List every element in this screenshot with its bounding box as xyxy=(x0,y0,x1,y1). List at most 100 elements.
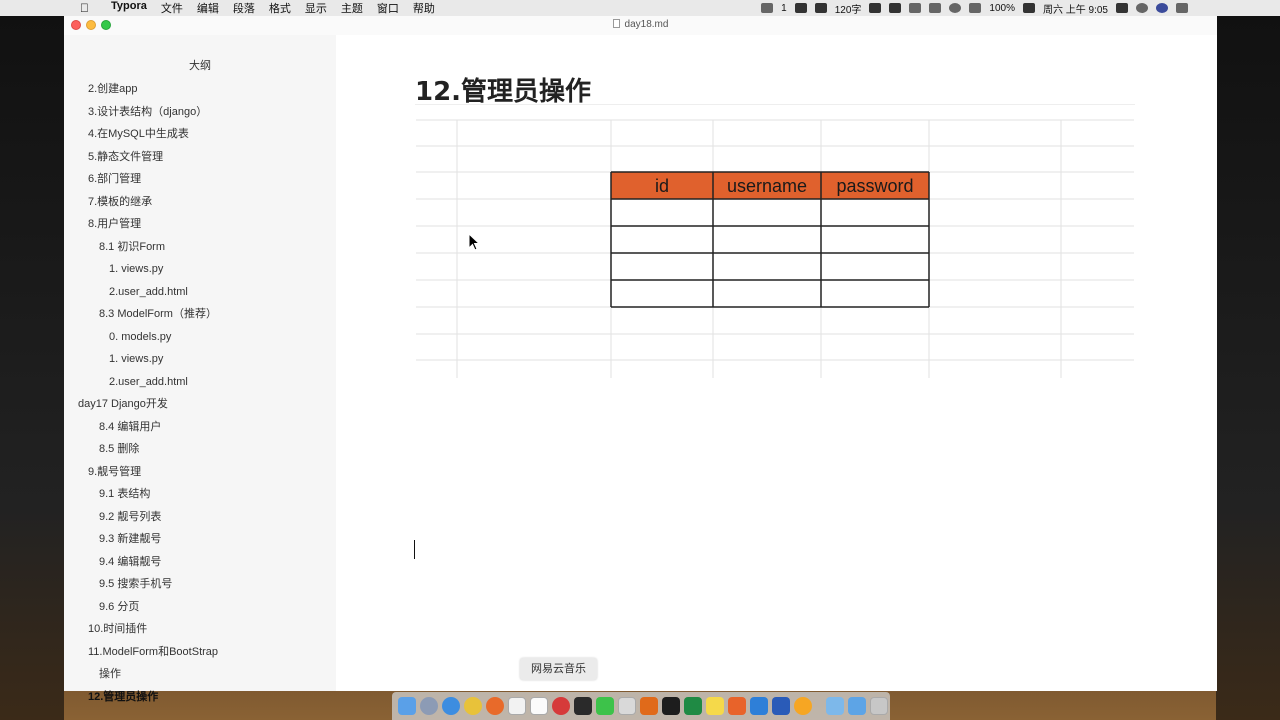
outline-item[interactable]: day17 Django开发 xyxy=(78,397,168,411)
wechat-count: 1 xyxy=(781,2,787,14)
outline-item[interactable]: 操作 xyxy=(99,667,121,681)
menu-item-0[interactable]: 文件 xyxy=(154,0,190,16)
sublime-icon[interactable] xyxy=(640,697,658,715)
outline-sidebar: 大纲 2.创建app 3.设计表结构（django） 4.在MySQL中生成表 5.静… xyxy=(64,35,336,703)
outline-item[interactable]: 5.静态文件管理 xyxy=(88,150,163,164)
terminal-icon[interactable] xyxy=(662,697,680,715)
app-notification[interactable]: 网易云音乐 xyxy=(520,658,597,680)
qq-icon[interactable] xyxy=(794,697,812,715)
outline-item[interactable]: 7.模板的继承 xyxy=(88,195,152,209)
folder-icon[interactable] xyxy=(826,697,844,715)
menu-item-4[interactable]: 显示 xyxy=(298,0,334,16)
document-title: day18.md xyxy=(64,19,1217,30)
notification-center-icon[interactable] xyxy=(1176,3,1188,13)
editor-area[interactable]: 12.管理员操作 id username password xyxy=(336,35,1217,691)
outline-item[interactable]: 8.5 删除 xyxy=(99,442,139,456)
safari-icon[interactable] xyxy=(442,697,460,715)
clock[interactable]: 周六 上午 9:05 xyxy=(1043,1,1108,16)
outline-item[interactable]: 8.1 初识Form xyxy=(99,240,165,254)
table-header-cell: password xyxy=(836,176,913,196)
word-icon[interactable] xyxy=(772,697,790,715)
menu-item-1[interactable]: 编辑 xyxy=(190,0,226,16)
outline-item[interactable]: 9.5 搜索手机号 xyxy=(99,577,172,591)
menu-items: Typora 文件 编辑 段落 格式 显示 主题 窗口 帮助 xyxy=(104,0,442,16)
outline-title: 大纲 xyxy=(189,60,211,72)
navicat-icon[interactable] xyxy=(728,697,746,715)
status-app-icon-2[interactable] xyxy=(814,3,827,13)
wechat-icon[interactable] xyxy=(596,697,614,715)
apple-menu-icon[interactable]:  xyxy=(80,1,92,15)
calendar-icon[interactable] xyxy=(530,697,548,715)
text-caret xyxy=(414,540,415,559)
outline-item[interactable]: 2.user_add.html xyxy=(109,375,188,389)
chrome-icon[interactable] xyxy=(464,697,482,715)
status-app-icon-6[interactable] xyxy=(929,3,942,13)
dock xyxy=(392,692,890,720)
outline-item[interactable]: 8.3 ModelForm（推荐） xyxy=(99,307,217,321)
word-count[interactable]: 120字 xyxy=(835,1,862,16)
menu-item-5[interactable]: 主题 xyxy=(334,0,370,16)
pycharm-icon[interactable] xyxy=(574,697,592,715)
desktop-right-edge xyxy=(1216,16,1280,720)
outline-item[interactable]: 9.3 新建靓号 xyxy=(99,532,161,546)
status-area: 1 120字 100% 周六 上午 9:05 xyxy=(761,0,1188,16)
wechat-status-icon[interactable] xyxy=(761,3,774,13)
outline-item[interactable]: 1. views.py xyxy=(109,352,163,366)
wifi-icon[interactable] xyxy=(949,3,962,13)
outline-item[interactable]: 12.管理员操作 xyxy=(88,690,158,704)
spreadsheet-image: id username password xyxy=(416,119,1134,378)
outline-item[interactable]: 6.部门管理 xyxy=(88,172,141,186)
status-app-icon-3[interactable] xyxy=(869,3,882,13)
xcode-icon[interactable] xyxy=(750,697,768,715)
outline-item[interactable]: 4.在MySQL中生成表 xyxy=(88,127,189,141)
spotlight-search-icon[interactable] xyxy=(1136,3,1148,13)
menu-item-3[interactable]: 格式 xyxy=(262,0,298,16)
status-app-icon-4[interactable] xyxy=(889,3,902,13)
outline-item[interactable]: 10.时间插件 xyxy=(88,622,147,636)
outline-item[interactable]: 9.2 靓号列表 xyxy=(99,510,161,524)
notes-icon[interactable] xyxy=(706,697,724,715)
menu-item-7[interactable]: 帮助 xyxy=(406,0,442,16)
status-app-icon[interactable] xyxy=(794,3,807,13)
mouse-pointer-icon xyxy=(468,232,481,256)
excel-icon[interactable] xyxy=(684,697,702,715)
desktop-left-edge xyxy=(0,16,64,720)
volume-icon[interactable] xyxy=(969,3,982,13)
table-header-cell: id xyxy=(655,176,669,196)
battery-icon[interactable] xyxy=(1022,3,1035,13)
netease-music-icon[interactable] xyxy=(552,697,570,715)
preview-icon[interactable] xyxy=(618,697,636,715)
document-icon xyxy=(612,19,620,28)
downloads-icon[interactable] xyxy=(848,697,866,715)
launchpad-icon[interactable] xyxy=(420,697,438,715)
outline-item[interactable]: 11.ModelForm和BootStrap xyxy=(88,645,218,659)
typora-icon[interactable] xyxy=(508,697,526,715)
outline-item[interactable]: 9.靓号管理 xyxy=(88,465,141,479)
grid-lines xyxy=(416,119,1134,378)
outline-item[interactable]: 9.4 编辑靓号 xyxy=(99,555,161,569)
battery-percent[interactable]: 100% xyxy=(989,3,1015,14)
outline-item[interactable]: 3.设计表结构（django） xyxy=(88,105,207,119)
title-bar[interactable]: day18.md xyxy=(64,16,1217,35)
outline-item[interactable]: 8.4 编辑用户 xyxy=(99,420,161,434)
status-app-icon-7[interactable] xyxy=(1116,3,1128,13)
outline-item[interactable]: 1. views.py xyxy=(109,262,163,276)
outline-item[interactable]: 9.6 分页 xyxy=(99,600,139,614)
outline-item[interactable]: 0. models.py xyxy=(109,330,171,344)
table-header-cell: username xyxy=(727,176,807,196)
typora-window: day18.md 大纲 2.创建app 3.设计表结构（django） 4.在MyS… xyxy=(64,16,1217,703)
siri-icon[interactable] xyxy=(1156,3,1168,13)
app-menu[interactable]: Typora xyxy=(104,0,154,16)
firefox-icon[interactable] xyxy=(486,697,504,715)
menu-item-2[interactable]: 段落 xyxy=(226,0,262,16)
trash-icon[interactable] xyxy=(870,697,888,715)
outline-item[interactable]: 8.用户管理 xyxy=(88,217,141,231)
outline-item[interactable]: 9.1 表结构 xyxy=(99,487,150,501)
menu-item-6[interactable]: 窗口 xyxy=(370,0,406,16)
outline-item[interactable]: 2.user_add.html xyxy=(109,285,188,299)
status-app-icon-5[interactable] xyxy=(909,3,922,13)
finder-icon[interactable] xyxy=(398,697,416,715)
menu-bar:  Typora 文件编辑段落格式显示主题窗口帮助 1 120字 100% 周六… xyxy=(0,0,1280,16)
outline-item[interactable]: 2.创建app xyxy=(88,82,138,96)
table-image: id username password xyxy=(610,171,930,308)
